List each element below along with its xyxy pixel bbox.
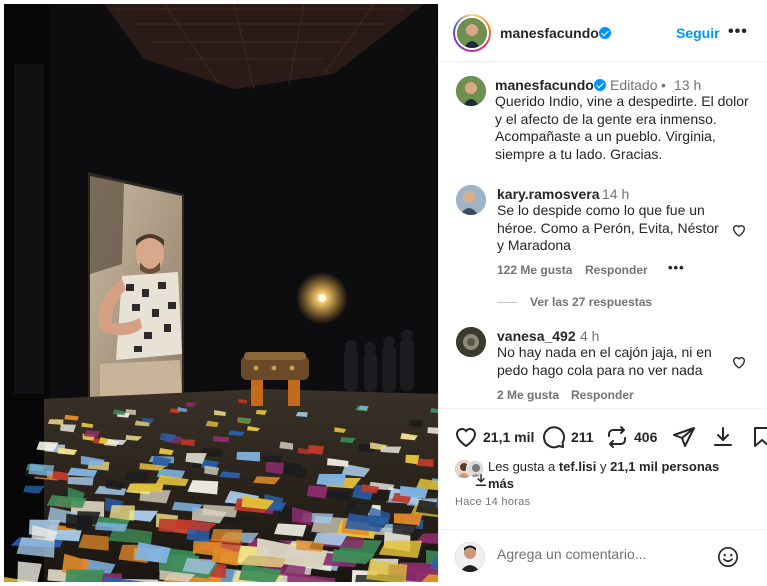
save-icon[interactable]	[750, 425, 767, 449]
comment-likes[interactable]: 2 Me gusta	[497, 388, 559, 402]
view-replies-button[interactable]: Ver las 27 respuestas	[530, 295, 652, 309]
caption-avatar[interactable]	[456, 76, 486, 106]
share-icon[interactable]	[672, 425, 696, 449]
verified-badge-icon	[594, 79, 606, 91]
caption-time: 13 h	[674, 77, 702, 93]
comment-text: No hay nada en el cajón jaja, ni en pedo…	[497, 344, 712, 378]
dot-separator: •	[661, 77, 666, 93]
current-user-avatar[interactable]	[455, 542, 485, 572]
comment-username[interactable]: kary.ramosvera	[497, 186, 599, 202]
flag-cloth	[17, 561, 42, 582]
comment-username[interactable]: vanesa_492	[497, 328, 576, 344]
reply-button[interactable]: Responder	[571, 388, 634, 402]
author-username[interactable]: manesfacundo	[500, 25, 599, 41]
reposts-count[interactable]: 406	[634, 429, 657, 445]
likes-count[interactable]: 21,1 mil	[483, 429, 534, 445]
add-comment-bar	[439, 529, 766, 582]
comment-input[interactable]	[497, 546, 697, 562]
comments-count[interactable]: 211	[571, 429, 594, 445]
comment-button[interactable]: 211	[542, 425, 594, 449]
comment-avatar[interactable]	[456, 327, 486, 357]
verified-badge-icon	[599, 27, 611, 39]
post-photo[interactable]	[4, 4, 438, 582]
wake-scene-illustration	[4, 4, 438, 582]
repost-button[interactable]: 406	[605, 425, 657, 449]
heart-icon	[455, 428, 477, 448]
comment-time: 4 h	[580, 328, 600, 344]
liked-by-others[interactable]: 21,1 mil personas	[610, 459, 719, 474]
like-button[interactable]: 21,1 mil	[454, 425, 534, 449]
post-sidebar: manesfacundo Seguir ••• manesfacundo Edi…	[438, 4, 767, 582]
post-timestamp[interactable]: Hace 14 horas	[455, 496, 530, 508]
follow-button[interactable]: Seguir	[676, 25, 720, 41]
author-avatar[interactable]	[457, 18, 487, 48]
caption-text: Querido Indio, vine a despedirte. El dol…	[495, 93, 749, 162]
edited-label: Editado	[610, 77, 658, 93]
story-ring[interactable]	[453, 14, 491, 52]
liked-by-middle: y	[596, 459, 611, 474]
download-icon[interactable]	[711, 425, 735, 449]
replies-line	[497, 302, 517, 303]
emoji-icon[interactable]	[717, 546, 739, 568]
liked-by-prefix: Les gusta a	[488, 459, 559, 474]
more-options-icon[interactable]: •••	[728, 23, 748, 41]
comment-like-heart-icon[interactable]	[731, 354, 747, 370]
reply-button[interactable]: Responder	[585, 263, 648, 277]
comment-time: 14 h	[602, 186, 630, 202]
repost-icon	[608, 426, 626, 448]
comment-avatar[interactable]	[456, 185, 486, 215]
liked-by-user[interactable]: tef.lisi	[559, 459, 597, 474]
comment-like-heart-icon[interactable]	[731, 222, 747, 238]
comment-text: Se lo despide como lo que fue un héroe. …	[497, 202, 719, 253]
comment-likes[interactable]: 122 Me gusta	[497, 263, 572, 277]
caption-username[interactable]: manesfacundo	[495, 77, 594, 93]
flag-cloth	[65, 569, 105, 582]
action-bar: 21,1 mil 211 406	[439, 408, 767, 449]
comment-icon	[543, 426, 566, 449]
post-header: manesfacundo Seguir •••	[439, 4, 766, 62]
liked-by-more[interactable]: más	[488, 476, 514, 491]
download-cursor-icon	[475, 474, 487, 486]
comment-more-icon[interactable]: •••	[668, 260, 685, 275]
